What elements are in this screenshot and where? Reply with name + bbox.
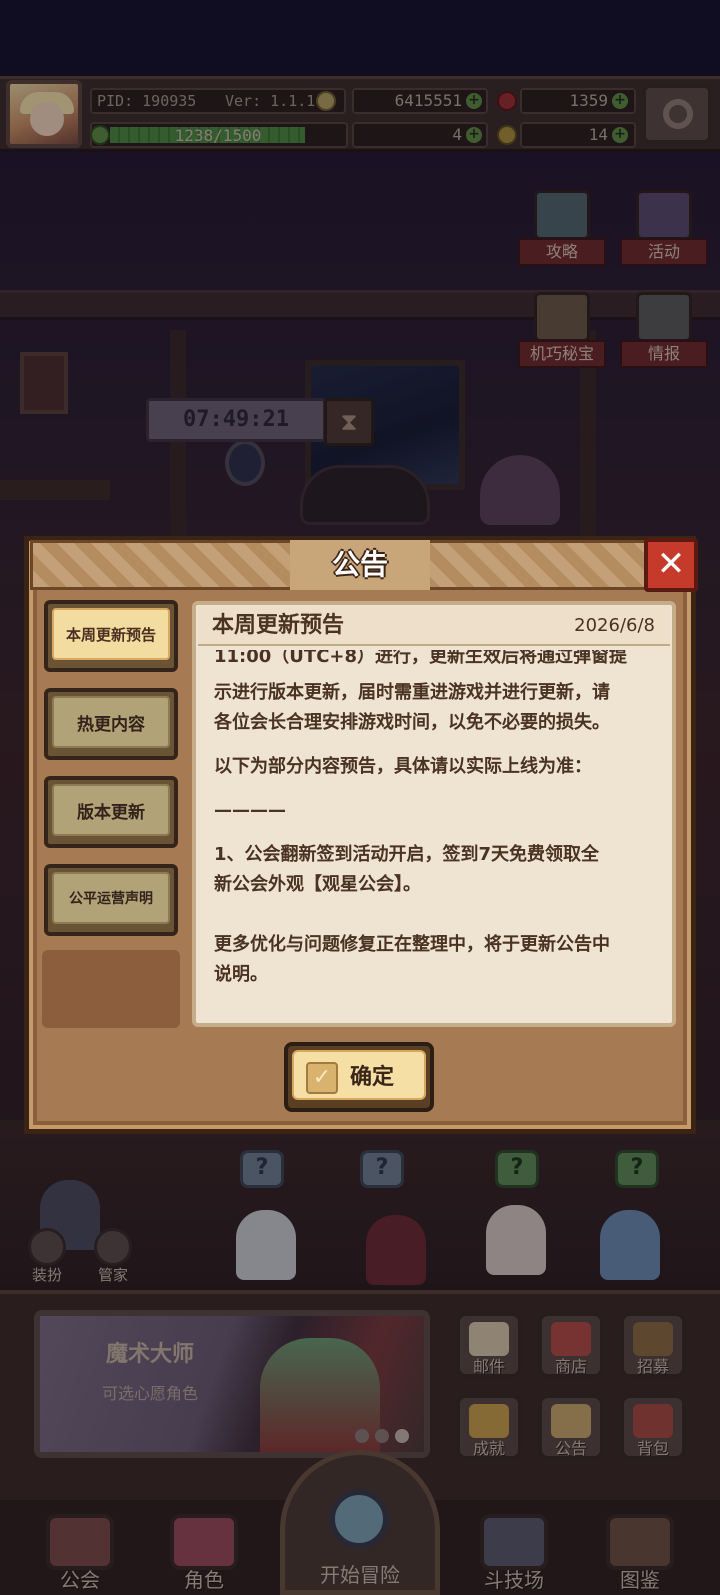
tab-label: 本周更新预告	[52, 608, 170, 660]
confirm-button[interactable]: ✓ 确定	[284, 1042, 434, 1112]
announcement-divider: ————	[214, 800, 286, 821]
announcement-line: 示进行版本更新，届时需重进游戏并进行更新，请	[214, 682, 610, 703]
announcement-line: 更多优化与问题修复正在整理中，将于更新公告中	[214, 934, 610, 955]
tab-label: 版本更新	[52, 784, 170, 836]
announcement-line: 各位会长合理安排游戏时间，以免不必要的损失。	[214, 712, 610, 733]
announcement-scroll-area[interactable]: 11:00（UTC+8）进行，更新生效后将通过弹窗提 示进行版本更新，届时需重进…	[198, 650, 670, 1020]
announcement-line: 新公会外观【观星公会】。	[214, 874, 421, 895]
announcement-line: 说明。	[214, 964, 268, 985]
tab-hotfix[interactable]: 热更内容	[44, 688, 178, 760]
tab-version-update[interactable]: 版本更新	[44, 776, 178, 848]
content-title: 本周更新预告	[212, 613, 345, 638]
checkmark-icon: ✓	[306, 1062, 338, 1094]
content-date: 2026/6/8	[574, 615, 655, 636]
tab-label: 公平运营声明	[52, 872, 170, 924]
tab-fair-operation[interactable]: 公平运营声明	[44, 864, 178, 936]
tab-label: 热更内容	[52, 696, 170, 748]
confirm-button-face: ✓ 确定	[292, 1050, 426, 1100]
announcement-partial-line: 11:00（UTC+8）进行，更新生效后将通过弹窗提	[214, 650, 628, 667]
close-icon: ✕	[656, 544, 686, 584]
announcement-line: 以下为部分内容预告，具体请以实际上线为准：	[214, 756, 592, 777]
announcement-line: 1、公会翻新签到活动开启，签到7天免费领取全	[214, 844, 600, 865]
confirm-label: 确定	[350, 1065, 395, 1090]
tab-empty-slot	[42, 950, 180, 1028]
close-button[interactable]: ✕	[644, 538, 698, 592]
tab-weekly-preview[interactable]: 本周更新预告	[44, 600, 178, 672]
dialog-title: 公告	[331, 548, 388, 581]
